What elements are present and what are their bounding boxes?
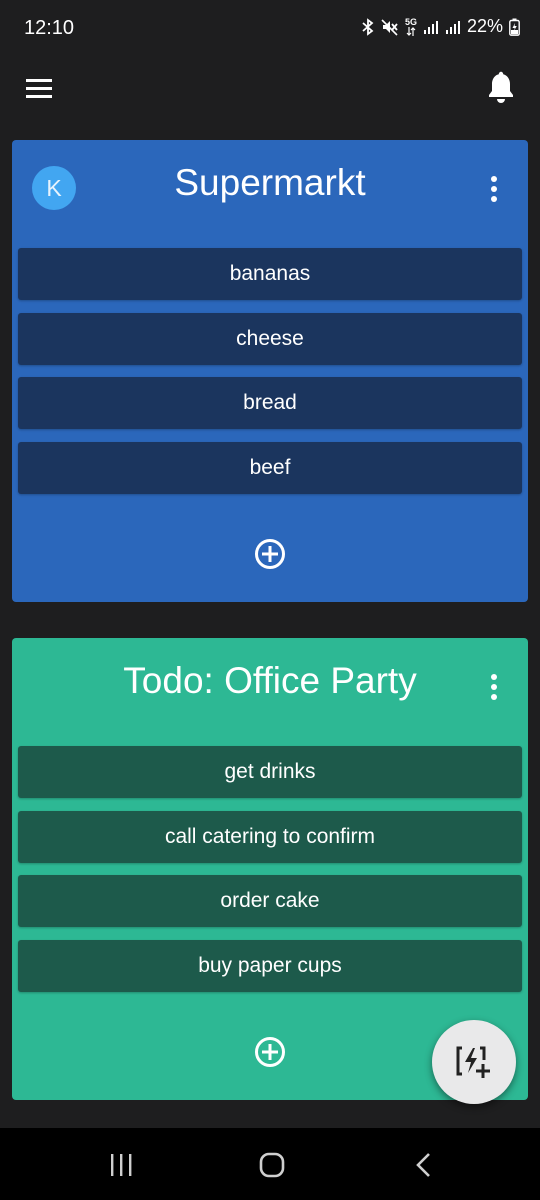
network-5g-icon: 5G <box>404 16 417 36</box>
status-bar: 12:10 5G 22% <box>0 0 540 60</box>
list-item[interactable]: get drinks <box>18 746 522 798</box>
list-item[interactable]: bananas <box>18 248 522 300</box>
more-vert-icon <box>491 176 497 202</box>
list-items: bananas cheese bread beef <box>18 248 522 506</box>
list-card-supermarkt: K Supermarkt bananas cheese bread beef <box>12 140 528 602</box>
notifications-button[interactable] <box>484 70 518 106</box>
home-button[interactable] <box>252 1150 292 1180</box>
mute-icon <box>381 18 398 36</box>
list-item[interactable]: cheese <box>18 312 522 365</box>
status-icons: 5G 22% <box>361 16 520 37</box>
card-options-button[interactable] <box>482 672 506 702</box>
home-icon <box>259 1152 285 1178</box>
card-options-button[interactable] <box>482 174 506 204</box>
card-title: Todo: Office Party <box>123 660 417 701</box>
signal-2-icon <box>445 20 460 34</box>
signal-1-icon <box>423 20 438 34</box>
bluetooth-icon <box>362 17 374 36</box>
add-circle-icon <box>255 1037 285 1067</box>
app-bar <box>0 60 540 116</box>
add-item-button[interactable] <box>254 538 286 570</box>
list-item[interactable]: beef <box>18 441 522 494</box>
add-circle-icon <box>255 539 285 569</box>
battery-charging-icon <box>509 18 520 36</box>
back-button[interactable] <box>404 1150 444 1180</box>
recents-button[interactable] <box>101 1150 141 1180</box>
avatar[interactable]: K <box>32 166 76 210</box>
status-time: 12:10 <box>24 17 75 39</box>
list-items: get drinks call catering to confirm orde… <box>18 746 522 1004</box>
recents-icon <box>111 1154 132 1176</box>
menu-button[interactable] <box>24 74 56 102</box>
system-nav-bar <box>0 1128 540 1200</box>
add-item-button[interactable] <box>254 1036 286 1068</box>
list-item[interactable]: buy paper cups <box>18 939 522 992</box>
back-icon <box>416 1153 430 1177</box>
network-type-label: 5G <box>404 16 417 27</box>
quick-add-fab[interactable] <box>432 1020 516 1104</box>
bell-icon <box>489 71 513 103</box>
list-item[interactable]: order cake <box>18 875 522 927</box>
more-vert-icon <box>491 674 497 700</box>
card-title: Supermarkt <box>174 162 366 203</box>
card-header: K Supermarkt <box>12 140 528 240</box>
quick-add-icon <box>456 1046 490 1078</box>
list-item[interactable]: call catering to confirm <box>18 810 522 863</box>
battery-percent: 22% <box>466 16 503 36</box>
list-item[interactable]: bread <box>18 377 522 429</box>
menu-icon <box>26 79 52 98</box>
card-header: Todo: Office Party <box>12 638 528 738</box>
